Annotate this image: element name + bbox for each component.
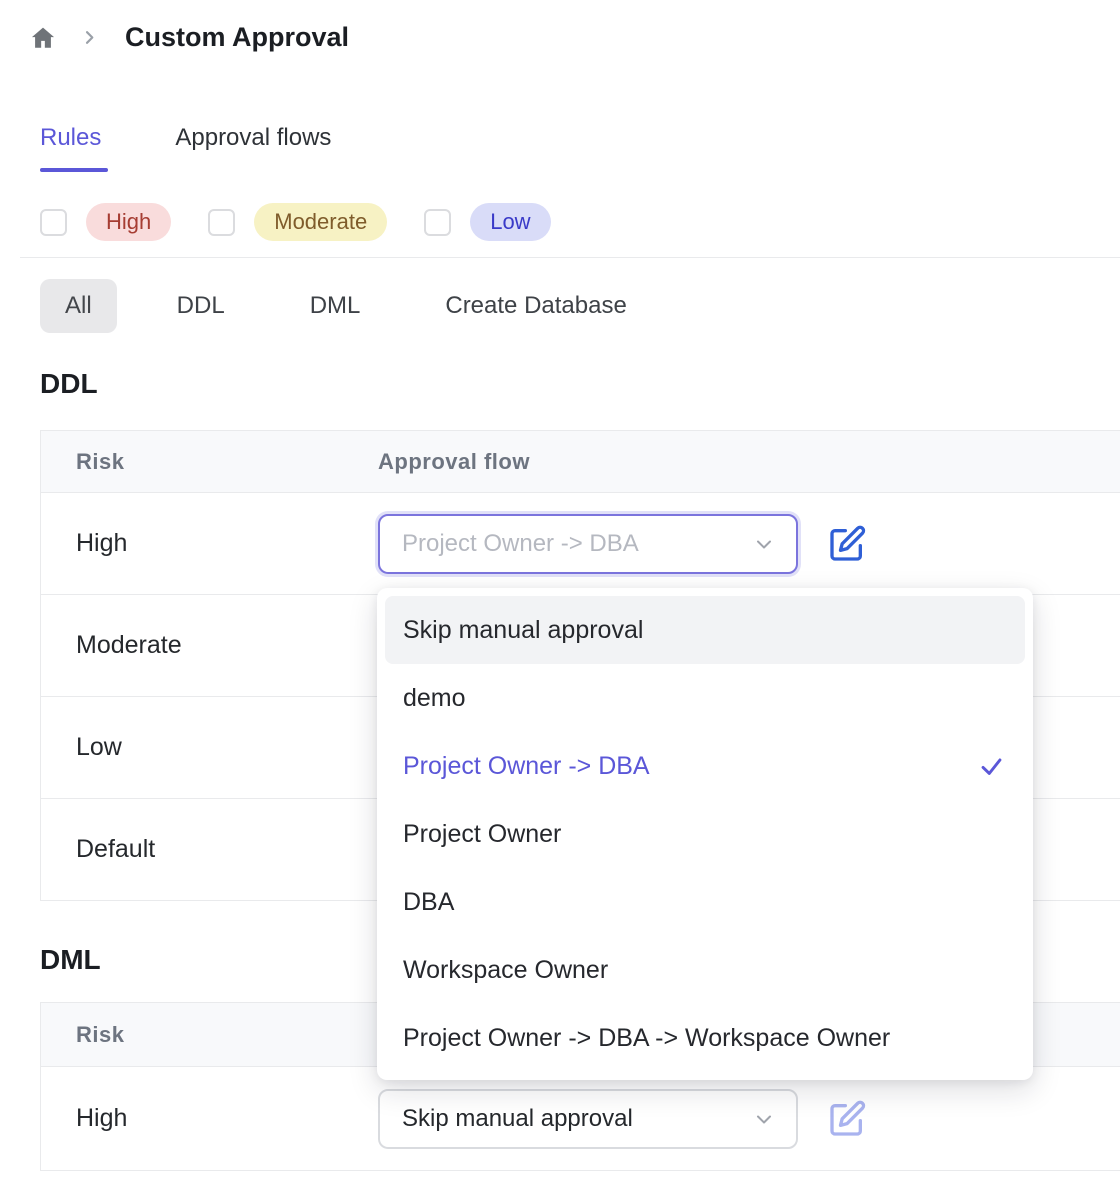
option-label: Skip manual approval — [403, 616, 643, 645]
dropdown-option-project-owner-dba-workspace-owner[interactable]: Project Owner -> DBA -> Workspace Owner — [385, 1004, 1025, 1072]
approval-flow-column-header: Approval flow — [378, 449, 1120, 475]
chevron-right-icon — [81, 29, 98, 46]
risk-column-header: Risk — [41, 1022, 378, 1048]
tab-rules[interactable]: Rules — [40, 124, 101, 152]
approval-flow-dropdown-menu: Skip manual approval demo Project Owner … — [377, 588, 1033, 1080]
dropdown-option-demo[interactable]: demo — [385, 664, 1025, 732]
moderate-checkbox[interactable] — [208, 209, 235, 236]
option-label: demo — [403, 684, 466, 713]
risk-cell: Moderate — [41, 631, 378, 660]
approval-flow-cell: Skip manual approval — [378, 1089, 1120, 1149]
chevron-down-icon — [752, 532, 776, 556]
check-icon — [978, 753, 1005, 780]
category-tab-all[interactable]: All — [40, 279, 117, 333]
dropdown-option-project-owner-dba[interactable]: Project Owner -> DBA — [385, 732, 1025, 800]
category-tab-create-database[interactable]: Create Database — [420, 279, 651, 333]
low-risk-badge: Low — [470, 203, 550, 241]
chevron-down-icon — [752, 1107, 776, 1131]
risk-filter-row: High Moderate Low — [40, 202, 588, 242]
active-tab-underline — [40, 168, 108, 172]
risk-column-header: Risk — [41, 449, 378, 475]
moderate-risk-badge: Moderate — [254, 203, 387, 241]
high-risk-badge: High — [86, 203, 171, 241]
dml-section-title: DML — [40, 944, 101, 976]
edit-pencil-icon — [827, 1099, 867, 1139]
edit-approval-flow-button[interactable] — [826, 1098, 867, 1139]
dropdown-option-workspace-owner[interactable]: Workspace Owner — [385, 936, 1025, 1004]
dropdown-option-dba[interactable]: DBA — [385, 868, 1025, 936]
risk-cell: Default — [41, 835, 378, 864]
edit-pencil-icon — [827, 524, 867, 564]
category-tabs: All DDL DML Create Database — [40, 279, 652, 333]
risk-cell: Low — [41, 733, 378, 762]
approval-flow-select-dml-high[interactable]: Skip manual approval — [378, 1089, 798, 1149]
option-label: Project Owner -> DBA — [403, 752, 650, 781]
low-checkbox[interactable] — [424, 209, 451, 236]
approval-flow-cell: Project Owner -> DBA — [378, 514, 1120, 574]
select-value: Skip manual approval — [402, 1105, 633, 1133]
home-icon[interactable] — [30, 25, 56, 51]
select-value: Project Owner -> DBA — [402, 530, 639, 558]
section-divider — [20, 257, 1120, 258]
page-title: Custom Approval — [125, 22, 349, 53]
ddl-section-title: DDL — [40, 368, 98, 400]
table-row-dml-high: High Skip manual approval — [41, 1067, 1120, 1171]
risk-cell: High — [41, 529, 378, 558]
custom-approval-page: Custom Approval Rules Approval flows Hig… — [0, 0, 1120, 1180]
edit-approval-flow-button[interactable] — [826, 523, 867, 564]
risk-cell: High — [41, 1104, 378, 1133]
option-label: Workspace Owner — [403, 956, 608, 985]
dropdown-option-project-owner[interactable]: Project Owner — [385, 800, 1025, 868]
ddl-table-header: Risk Approval flow — [41, 431, 1120, 493]
option-label: Project Owner -> DBA -> Workspace Owner — [403, 1024, 890, 1053]
category-tab-ddl[interactable]: DDL — [152, 279, 250, 333]
table-row-ddl-high: High Project Owner -> DBA — [41, 493, 1120, 595]
tab-approval-flows[interactable]: Approval flows — [175, 124, 331, 152]
high-checkbox[interactable] — [40, 209, 67, 236]
breadcrumb: Custom Approval — [30, 22, 349, 53]
option-label: DBA — [403, 888, 454, 917]
category-tab-dml[interactable]: DML — [285, 279, 386, 333]
tab-bar: Rules Approval flows — [40, 124, 331, 152]
approval-flow-select-ddl-high[interactable]: Project Owner -> DBA — [378, 514, 798, 574]
dropdown-option-skip-manual-approval[interactable]: Skip manual approval — [385, 596, 1025, 664]
option-label: Project Owner — [403, 820, 561, 849]
